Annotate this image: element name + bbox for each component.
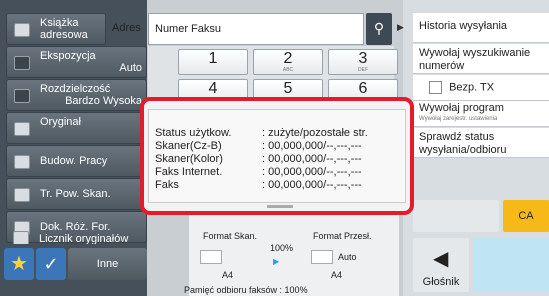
key-4-digit: 4 [208, 80, 218, 97]
status-row-key: Faks Internet. [155, 166, 223, 178]
fax-number-label: Numer Faksu [155, 23, 222, 35]
job-build-label: Budow. Pracy [40, 155, 108, 167]
job-build-button[interactable]: Budow. Pracy [6, 145, 147, 177]
slow-scan-label: Tr. Pow. Skan. [40, 188, 111, 200]
slow-scan-icon [14, 188, 30, 202]
status-row-key: Faks [155, 179, 179, 191]
status-row-value: : 00,000,000/--,---,--- [262, 179, 362, 191]
send-document-icon[interactable] [311, 250, 333, 264]
address-book-label: Książka adresowa [40, 17, 88, 41]
send-format-label: Format Przesł. [313, 231, 372, 241]
popup-handle[interactable] [267, 205, 293, 208]
exposure-value: Auto [119, 62, 142, 74]
disabled-button [413, 200, 499, 232]
other-button[interactable]: Inne [68, 248, 147, 280]
status-row: Skaner(Kolor) : 00,000,000/--,---,--- [155, 153, 362, 165]
key-2-letters: ABC [282, 67, 294, 73]
key-1-digit: 1 [208, 50, 218, 67]
secure-tx-checkbox[interactable] [429, 81, 442, 94]
send-size-label: A4 [331, 270, 343, 280]
counter-icon [13, 231, 29, 245]
check-icon[interactable]: ✓ [36, 248, 66, 280]
fax-memory-status: Pamięć odbioru faksów : 100% [184, 285, 308, 295]
favorite-star-icon[interactable]: ★ [4, 248, 34, 280]
job-build-icon [14, 155, 30, 169]
recall-program-button[interactable]: Wywołaj program Wywołaj zarejestr. ustaw… [413, 101, 549, 127]
secure-tx-button[interactable]: Bezp. TX [413, 75, 549, 101]
status-row-value: : zużyte/pozostałe str. [262, 127, 368, 139]
status-row: Skaner(Cz-B) : 00,000,000/--,---,--- [155, 140, 362, 152]
send-format-auto: Auto [338, 252, 357, 262]
start-button[interactable] [473, 238, 549, 292]
clear-all-button[interactable]: CA [503, 200, 549, 232]
status-row: Status użytkow. : zużyte/pozostałe str. [155, 127, 368, 139]
check-status-button[interactable]: Sprawdź status wysyłania/odbioru [413, 128, 549, 158]
original-button[interactable]: Oryginał [6, 112, 147, 144]
resolution-value: Bardzo Wysoka [65, 95, 142, 107]
address-book-icon [14, 23, 30, 37]
status-row-key: Skaner(Kolor) [155, 153, 223, 165]
key-3-letters: DEF [358, 67, 368, 73]
recall-number-search-label: Wywołaj wyszukiwanie numerów [419, 47, 531, 72]
resolution-button[interactable]: Rozdzielczość Bardzo Wysoka [6, 79, 147, 111]
resolution-label: Rozdzielczość [40, 83, 111, 95]
usage-status-popup[interactable]: Status użytkow. : zużyte/pozostałe str. S… [140, 97, 414, 215]
address-label[interactable]: Adres [112, 22, 141, 34]
speaker-label: Głośnik [422, 276, 460, 288]
usage-status-body: Status użytkow. : zużyte/pozostałe str. S… [148, 109, 406, 208]
scan-size-label: A4 [222, 270, 234, 280]
status-row-key: Status użytkow. [155, 127, 232, 139]
check-status-label: Sprawdź status wysyłania/odbioru [419, 131, 507, 156]
panel-arrow-icon[interactable]: ▶ [397, 22, 411, 42]
send-history-label: Historia wysyłania [419, 20, 508, 32]
speaker-icon: ◀ [433, 248, 449, 270]
slow-scan-button[interactable]: Tr. Pow. Skan. [6, 178, 147, 210]
secure-tx-label: Bezp. TX [449, 81, 495, 94]
key-6-digit: 6 [358, 80, 368, 97]
zoom-percent: 100% [270, 243, 294, 253]
key-1[interactable]: 1 [178, 49, 248, 75]
arrow-right-icon: ▶ [273, 257, 280, 266]
exposure-button[interactable]: Ekspozycja Auto [6, 46, 147, 78]
speaker-button[interactable]: ◀ Głośnik [413, 238, 469, 292]
key-2-digit: 2 [283, 50, 293, 67]
key-3-digit: 3 [358, 50, 368, 67]
recall-program-label: Wywołaj program [419, 102, 504, 114]
address-book-button[interactable]: Książka adresowa [6, 13, 106, 45]
status-row-key: Skaner(Cz-B) [155, 140, 222, 152]
original-icon [14, 122, 30, 136]
exposure-icon [14, 56, 30, 70]
fax-number-field[interactable]: Numer Faksu [148, 13, 364, 45]
scan-document-icon[interactable] [200, 250, 222, 264]
exposure-label: Ekspozycja [40, 50, 96, 62]
send-history-button[interactable]: Historia wysyłania [413, 13, 549, 43]
key-2[interactable]: 2 ABC [253, 49, 323, 75]
key-3[interactable]: 3 DEF [328, 49, 398, 75]
key-5-digit: 5 [283, 80, 293, 97]
status-row-value: : 00,000,000/--,---,--- [262, 166, 362, 178]
status-row-value: : 00,000,000/--,---,--- [262, 140, 362, 152]
recall-number-search-button[interactable]: Wywołaj wyszukiwanie numerów [413, 44, 549, 74]
scan-format-label: Format Skan. [203, 231, 258, 241]
status-row: Faks : 00,000,000/--,---,--- [155, 179, 362, 191]
search-icon[interactable]: ⚲ [366, 13, 392, 45]
original-label: Oryginał [40, 116, 81, 128]
status-row-value: : 00,000,000/--,---,--- [262, 153, 362, 165]
resolution-icon [14, 89, 30, 103]
status-row: Faks Internet. : 00,000,000/--,---,--- [155, 166, 362, 178]
recall-program-sublabel: Wywołaj zarejestr. ustawienia [419, 116, 498, 122]
